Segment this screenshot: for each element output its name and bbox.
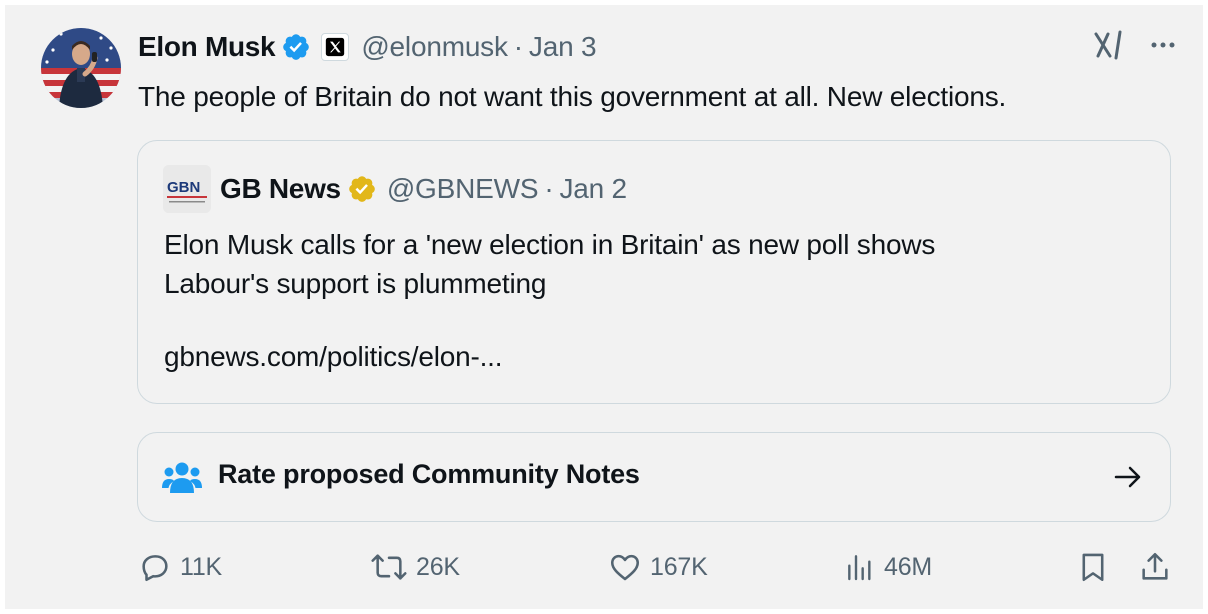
author-meta: @elonmusk · Jan 3 <box>361 31 596 63</box>
tweet-date[interactable]: Jan 3 <box>529 31 597 62</box>
repost-button[interactable]: 26K <box>370 550 460 584</box>
quoted-text-line-1: Elon Musk calls for a 'new election in B… <box>164 229 936 260</box>
x-logo-icon[interactable] <box>321 33 350 61</box>
repost-icon <box>371 554 407 580</box>
views-icon <box>848 555 871 581</box>
meta-separator: · <box>513 31 523 62</box>
gbnews-logo[interactable]: GBN <box>163 165 211 213</box>
bookmark-button[interactable] <box>1076 550 1110 584</box>
arrow-right-icon <box>1114 466 1141 488</box>
more-icon[interactable] <box>1148 30 1178 65</box>
reply-count: 11K <box>180 552 223 581</box>
grok-icon[interactable] <box>1092 28 1126 67</box>
like-button[interactable]: 167K <box>608 550 708 584</box>
reply-button[interactable]: 11K <box>138 550 222 584</box>
tweet-action-bar: 11K 26K 167K 46M <box>0 548 1208 588</box>
views-count: 46M <box>884 552 933 581</box>
x-logo-glyph <box>326 37 345 57</box>
quoted-text-line-2: Labour's support is plummeting <box>164 268 547 299</box>
community-notes-icon <box>162 462 202 493</box>
quoted-meta: @GBNEWS · Jan 2 <box>387 173 627 205</box>
quoted-handle[interactable]: @GBNEWS <box>387 173 539 204</box>
tweet-header: Elon Musk @elonmusk · Jan 3 <box>138 30 597 64</box>
like-icon <box>610 554 640 581</box>
share-button[interactable] <box>1138 550 1172 584</box>
author-handle[interactable]: @elonmusk <box>361 31 508 62</box>
repost-count: 26K <box>416 552 460 581</box>
quoted-link[interactable]: gbnews.com/politics/elon-... <box>164 341 503 373</box>
gbnews-logo-text: GBN <box>167 179 200 196</box>
avatar-image <box>41 28 121 108</box>
quoted-text: Elon Musk calls for a 'new election in B… <box>164 225 1144 303</box>
verified-badge-icon[interactable] <box>281 32 311 62</box>
share-icon <box>1142 552 1168 580</box>
community-notes-button[interactable]: Rate proposed Community Notes <box>137 432 1171 522</box>
quoted-header: GB News @GBNEWS · Jan 2 <box>220 171 627 207</box>
community-notes-label: Rate proposed Community Notes <box>218 459 640 489</box>
reply-icon <box>142 555 168 582</box>
quoted-tweet[interactable]: GBN GB News @GBNEWS · Jan 2 Elon Musk call… <box>137 140 1171 404</box>
author-display-name[interactable]: Elon Musk <box>138 31 276 63</box>
author-avatar[interactable] <box>41 28 121 108</box>
bookmark-icon <box>1082 553 1104 582</box>
gold-verified-badge-icon[interactable] <box>347 174 377 204</box>
tweet-top-actions <box>1092 28 1178 67</box>
quoted-date[interactable]: Jan 2 <box>559 173 627 204</box>
quoted-meta-separator: · <box>544 173 554 204</box>
quoted-display-name[interactable]: GB News <box>220 173 341 205</box>
tweet-text: The people of Britain do not want this g… <box>138 81 1007 112</box>
views-button[interactable]: 46M <box>844 550 932 584</box>
like-count: 167K <box>650 552 708 581</box>
